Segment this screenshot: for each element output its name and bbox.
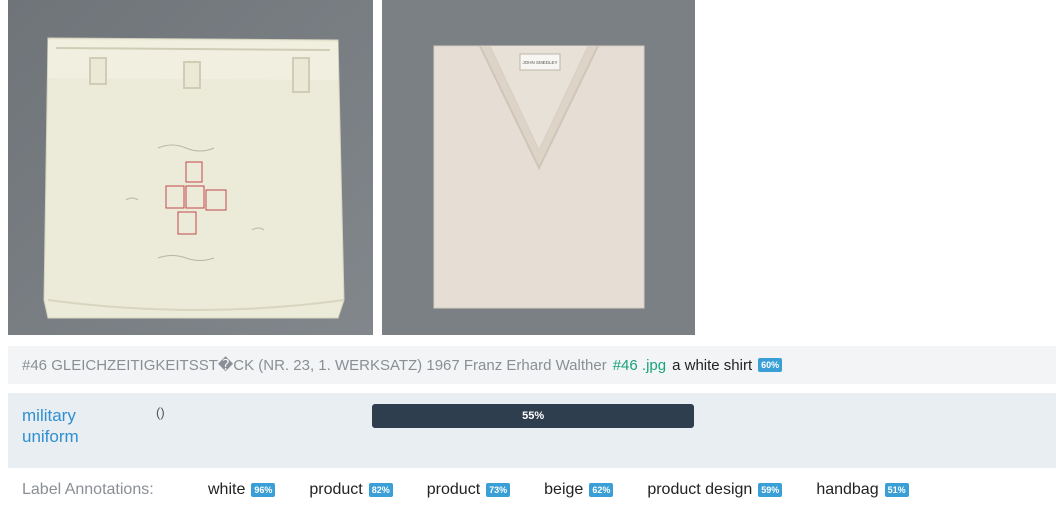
- label-annotations-title: Label Annotations:: [22, 481, 154, 498]
- annotation-label: white: [208, 481, 246, 498]
- annotation-item: product design 59%: [647, 481, 783, 499]
- annotation-label: beige: [544, 481, 584, 498]
- confidence-bar-track: 55%: [372, 404, 958, 428]
- category-label[interactable]: military uniform: [22, 405, 132, 447]
- annotation-item: product 73%: [426, 481, 511, 499]
- photo-wrapped-package[interactable]: [8, 0, 373, 335]
- confidence-bar-fill: 55%: [372, 404, 695, 428]
- annotation-score-badge: 62%: [589, 482, 614, 497]
- annotation-item: handbag 51%: [816, 481, 909, 499]
- photo-folded-sweater[interactable]: JOHN SMEDLEY: [382, 0, 695, 335]
- annotation-item: product 82%: [309, 481, 393, 499]
- annotation-item: white 96%: [208, 481, 276, 499]
- annotation-score-badge: 59%: [758, 482, 783, 497]
- annotation-score-badge: 51%: [884, 482, 909, 497]
- image-link[interactable]: #46 .jpg: [613, 357, 666, 374]
- annotation-label: product design: [647, 481, 753, 498]
- image-caption-bar: #46 GLEICHZEITIGKEITSST�CK (NR. 23, 1. W…: [8, 346, 1056, 384]
- annotation-label: handbag: [816, 481, 879, 498]
- category-row: military uniform () 55%: [8, 393, 1056, 468]
- sweater-illustration: JOHN SMEDLEY: [382, 0, 695, 335]
- annotation-score-badge: 73%: [486, 482, 511, 497]
- caption-description: a white shirt: [672, 356, 753, 374]
- confidence-bar-text: 55%: [522, 410, 545, 422]
- artwork-title: #46 GLEICHZEITIGKEITSST�CK (NR. 23, 1. W…: [22, 357, 607, 374]
- caption-score-badge: 60%: [758, 358, 783, 372]
- annotation-label: product: [426, 481, 481, 498]
- category-paren: (): [156, 405, 165, 420]
- annotation-score-badge: 82%: [368, 482, 393, 497]
- label-annotations: Label Annotations: white 96% product 82% pro…: [8, 476, 1056, 504]
- annotation-item: beige 62%: [544, 481, 614, 499]
- package-illustration: [8, 0, 373, 335]
- annotation-score-badge: 96%: [251, 482, 276, 497]
- sweater-label-text: JOHN SMEDLEY: [522, 60, 557, 65]
- annotation-label: product: [309, 481, 363, 498]
